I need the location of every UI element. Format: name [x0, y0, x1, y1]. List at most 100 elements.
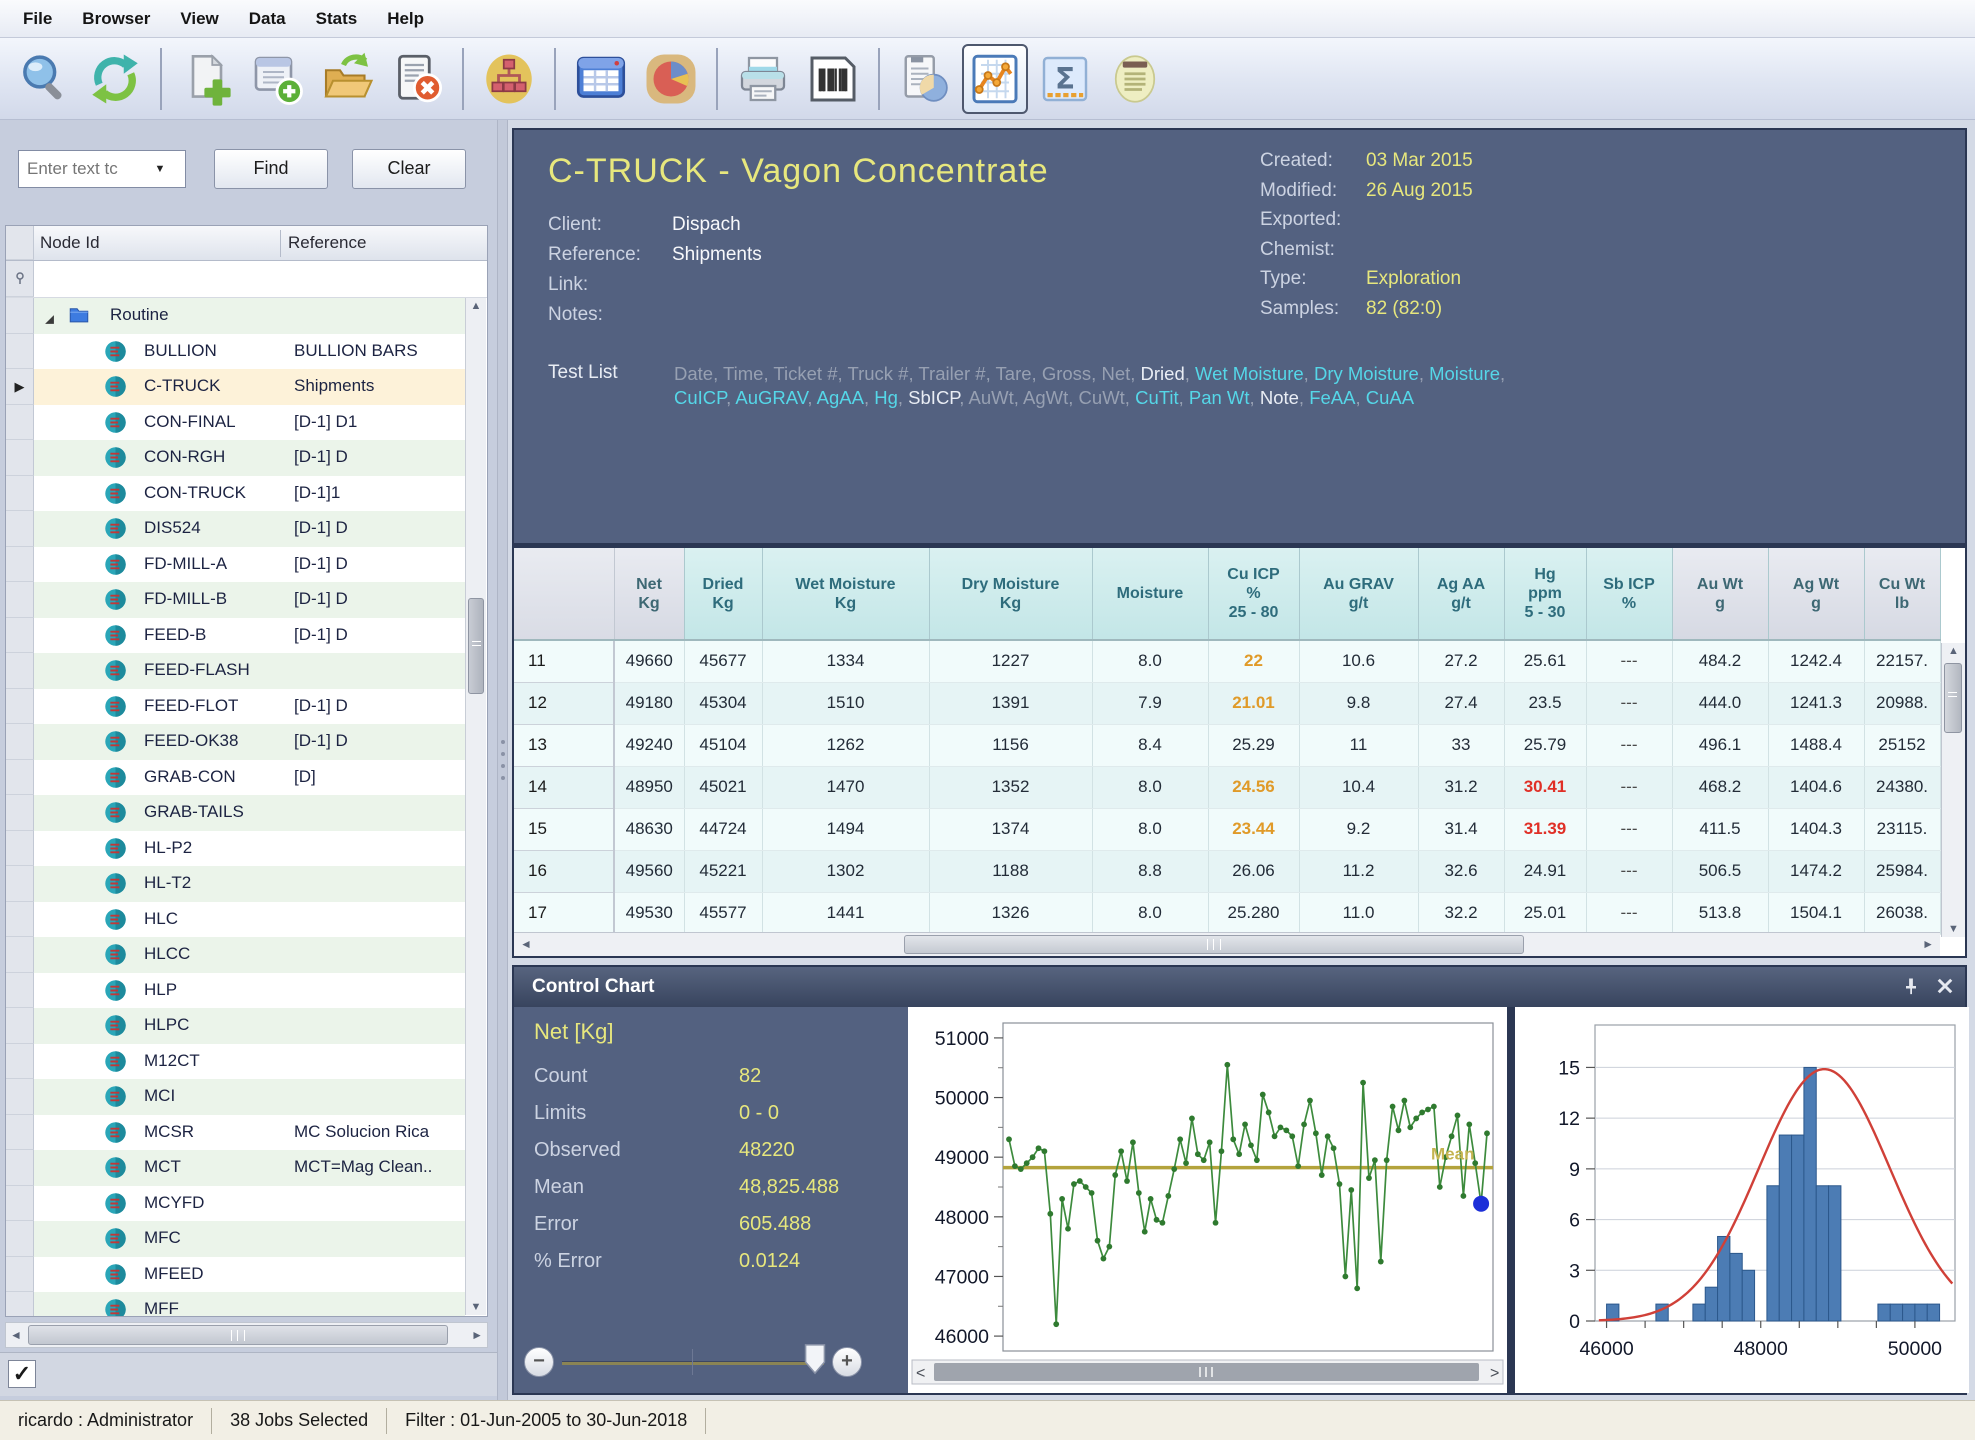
tree-node-fd-mill-b[interactable]: FD-MILL-B[D-1] D [6, 582, 465, 618]
close-icon[interactable] [1935, 976, 1955, 996]
tree-node-con-rgh[interactable]: CON-RGH[D-1] D [6, 440, 465, 476]
select-all-checkbox[interactable]: ✓ [8, 1360, 36, 1388]
table-row[interactable]: 174953045577144113268.025.28011.032.225.… [514, 892, 1940, 934]
tree-scroll-thumb[interactable] [468, 598, 484, 694]
tree-filter-row[interactable] [6, 261, 487, 298]
notes-icon[interactable] [1102, 44, 1168, 114]
column-header[interactable]: Dry MoistureKg [929, 548, 1092, 640]
column-header[interactable]: Cu Wtlb [1864, 548, 1940, 640]
scroll-up-icon[interactable]: ▲ [466, 300, 486, 312]
table-row[interactable]: 154863044724149413748.023.449.231.431.39… [514, 808, 1940, 850]
tree-column-headers[interactable]: Node Id Reference [6, 226, 487, 261]
column-header[interactable]: Hgppm5 - 30 [1504, 548, 1586, 640]
tree-node-m12ct[interactable]: M12CT [6, 1044, 465, 1080]
table-row[interactable]: 144895045021147013528.024.5610.431.230.4… [514, 766, 1940, 808]
column-header[interactable]: Cu ICP%25 - 80 [1208, 548, 1299, 640]
tree-node-mfc[interactable]: MFC [6, 1221, 465, 1257]
stats-sigma-icon[interactable]: Σ [1032, 44, 1098, 114]
tree-node-bullion[interactable]: BULLIONBULLION BARS [6, 334, 465, 370]
scroll-down-icon[interactable]: ▼ [1942, 923, 1965, 935]
tree-node-feed-flot[interactable]: FEED-FLOT[D-1] D [6, 689, 465, 725]
grid-hscroll-thumb[interactable] [904, 935, 1524, 954]
chevron-down-icon[interactable]: ▼ [147, 163, 173, 175]
scroll-left-icon[interactable]: < [916, 1365, 925, 1382]
menu-view[interactable]: View [165, 6, 233, 32]
column-header[interactable]: Sb ICP% [1586, 548, 1672, 640]
observed-point[interactable] [1473, 1196, 1489, 1212]
pin-icon[interactable] [1901, 976, 1921, 996]
column-header[interactable]: Au GRAVg/t [1299, 548, 1418, 640]
grid-vertical-scrollbar[interactable]: ▲ ▼ [1941, 643, 1965, 937]
tree-node-mcyfd[interactable]: MCYFD [6, 1186, 465, 1222]
column-header[interactable]: DriedKg [684, 548, 762, 640]
column-header[interactable]: Ag Wtg [1768, 548, 1864, 640]
menu-browser[interactable]: Browser [67, 6, 165, 32]
tree-node-grab-tails[interactable]: GRAB-TAILS [6, 795, 465, 831]
column-header[interactable]: Moisture [1092, 548, 1208, 640]
control-chart-icon[interactable] [962, 44, 1028, 114]
tree-node-hl-t2[interactable]: HL-T2 [6, 866, 465, 902]
scroll-up-icon[interactable]: ▲ [1942, 645, 1965, 657]
slider-track[interactable] [562, 1361, 824, 1365]
table-row[interactable]: 114966045677133412278.02210.627.225.61--… [514, 640, 1940, 682]
clear-button[interactable]: Clear [352, 149, 466, 189]
print-icon[interactable] [730, 44, 796, 114]
tree-node-mfeed[interactable]: MFEED [6, 1257, 465, 1293]
tree-hscroll-thumb[interactable] [28, 1325, 448, 1345]
barcode-icon[interactable] [800, 44, 866, 114]
scroll-down-icon[interactable]: ▼ [466, 1301, 486, 1313]
tree-node-hlcc[interactable]: HLCC [6, 937, 465, 973]
tree-node-grab-con[interactable]: GRAB-CON[D] [6, 760, 465, 796]
panel-splitter[interactable] [497, 120, 508, 1400]
tree-node-con-final[interactable]: CON-FINAL[D-1] D1 [6, 405, 465, 441]
menu-stats[interactable]: Stats [301, 6, 373, 32]
tree-node-root[interactable]: Routine [6, 298, 465, 334]
table-view-icon[interactable] [568, 44, 634, 114]
tree-node-mff[interactable]: MFF [6, 1292, 465, 1317]
slider-handle[interactable] [804, 1343, 826, 1377]
tree-node-mcsr[interactable]: MCSRMC Solucion Rica [6, 1115, 465, 1151]
table-row[interactable]: 134924045104126211568.425.29113325.79---… [514, 724, 1940, 766]
zoom-out-button[interactable]: − [524, 1347, 554, 1377]
delete-document-icon[interactable] [384, 44, 450, 114]
pie-chart-icon[interactable] [638, 44, 704, 114]
report-icon[interactable] [892, 44, 958, 114]
menu-data[interactable]: Data [234, 6, 301, 32]
grid-horizontal-scrollbar[interactable]: ◄ ► [514, 932, 1940, 956]
tree-node-hlp[interactable]: HLP [6, 973, 465, 1009]
tree-node-fd-mill-a[interactable]: FD-MILL-A[D-1] D [6, 547, 465, 583]
expander-icon[interactable] [44, 310, 55, 321]
tree-node-hlc[interactable]: HLC [6, 902, 465, 938]
tree-horizontal-scrollbar[interactable]: ◄ ► [5, 1322, 488, 1348]
scroll-left-icon[interactable]: ◄ [10, 1328, 22, 1342]
table-row[interactable]: 164956045221130211888.826.0611.232.624.9… [514, 850, 1940, 892]
column-header[interactable]: Ag AAg/t [1418, 548, 1504, 640]
tree-node-feed-b[interactable]: FEED-B[D-1] D [6, 618, 465, 654]
tree-node-feed-flash[interactable]: FEED-FLASH [6, 653, 465, 689]
column-header[interactable]: Au Wtg [1672, 548, 1768, 640]
tree-node-hl-p2[interactable]: HL-P2 [6, 831, 465, 867]
refresh-icon[interactable] [82, 44, 148, 114]
new-document-icon[interactable] [174, 44, 240, 114]
table-row[interactable]: 124918045304151013917.921.019.827.423.5-… [514, 682, 1940, 724]
tree-node-dis524[interactable]: DIS524[D-1] D [6, 511, 465, 547]
tree-node-mci[interactable]: MCI [6, 1079, 465, 1115]
tree-node-c-truck[interactable]: ▶C-TRUCKShipments [6, 369, 465, 405]
menu-help[interactable]: Help [372, 6, 439, 32]
scroll-left-icon[interactable]: ◄ [520, 937, 532, 951]
column-node-id[interactable]: Node Id [40, 233, 100, 253]
tree-node-mct[interactable]: MCTMCT=Mag Clean.. [6, 1150, 465, 1186]
menu-file[interactable]: File [8, 6, 67, 32]
column-header[interactable]: Wet MoistureKg [762, 548, 929, 640]
open-folder-icon[interactable] [314, 44, 380, 114]
tree-node-feed-ok38[interactable]: FEED-OK38[D-1] D [6, 724, 465, 760]
search-combobox[interactable]: ▼ [18, 150, 186, 188]
column-reference[interactable]: Reference [288, 233, 366, 253]
find-button[interactable]: Find [214, 149, 328, 189]
sitemap-icon[interactable] [476, 44, 542, 114]
column-header[interactable]: NetKg [614, 548, 684, 640]
column-separator[interactable] [280, 230, 281, 257]
search-input[interactable] [19, 159, 147, 179]
grid-scroll-thumb[interactable] [1944, 663, 1962, 733]
tree-node-con-truck[interactable]: CON-TRUCK[D-1]1 [6, 476, 465, 512]
